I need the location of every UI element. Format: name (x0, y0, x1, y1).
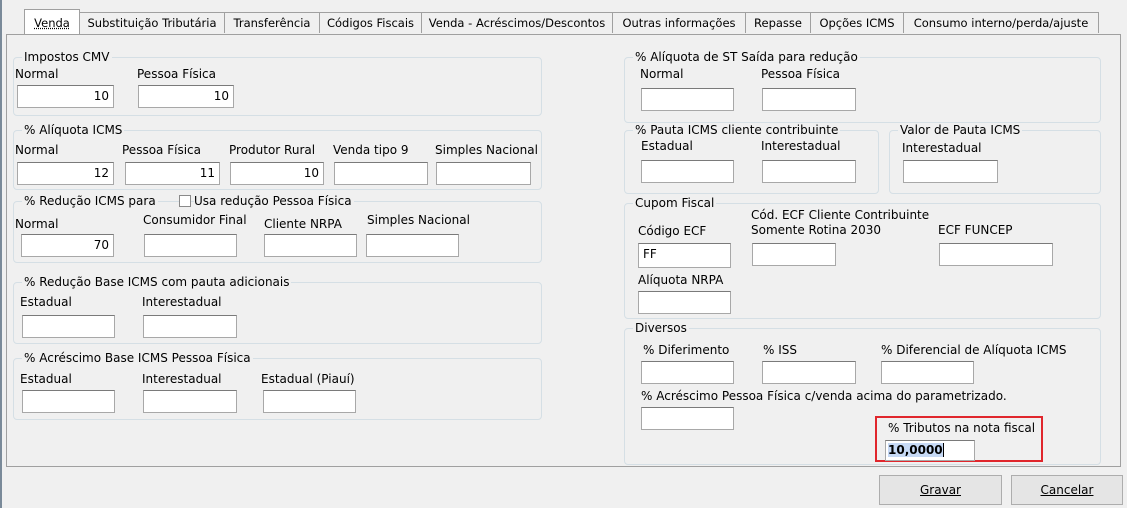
icms-venda-tipo-9-input[interactable] (334, 162, 428, 185)
usa-reducao-pf-label[interactable]: Usa redução Pessoa Física (194, 194, 354, 208)
label-estadual: Estadual (20, 295, 72, 309)
label-normal: Normal (15, 217, 59, 231)
iss-input[interactable] (762, 361, 856, 384)
st-pessoa-fisica-input[interactable] (762, 88, 856, 111)
label-ecf-funcep: ECF FUNCEP (938, 223, 1013, 237)
reducao-simples-nacional-input[interactable] (366, 234, 459, 257)
diferimento-input[interactable] (641, 361, 734, 384)
group-title: % Pauta ICMS cliente contribuinte (633, 123, 841, 137)
label-cliente-nrpa: Cliente NRPA (264, 217, 342, 231)
label-estadual: Estadual (641, 139, 693, 153)
group-title: % Alíquota ICMS (22, 123, 125, 137)
st-normal-input[interactable] (641, 88, 734, 111)
acrescimo-pf-parametrizado-input[interactable] (641, 407, 734, 430)
group-title: Valor de Pauta ICMS (898, 123, 1023, 137)
label-estadual: Estadual (20, 372, 72, 386)
icms-simples-nacional-input[interactable] (436, 162, 531, 185)
tributos-nota-fiscal-input[interactable]: 10,0000 (885, 440, 975, 461)
label-aliquota-nrpa: Alíquota NRPA (638, 273, 724, 287)
label-cod-ecf-cliente-1: Cód. ECF Cliente Contribuinte (751, 208, 930, 222)
acrescimo-estadual-piaui-input[interactable] (263, 390, 356, 413)
tab-consumo-interno[interactable]: Consumo interno/perda/ajuste (903, 12, 1099, 33)
codigo-ecf-input[interactable]: FF (638, 243, 731, 268)
group-title: % Alíquota de ST Saída para redução (633, 50, 860, 64)
label-pessoa-fisica: Pessoa Física (761, 67, 840, 81)
label-pessoa-fisica: Pessoa Física (122, 143, 201, 157)
label-simples-nacional: Simples Nacional (435, 143, 538, 157)
tab-repasse[interactable]: Repasse (745, 12, 811, 33)
label-normal: Normal (15, 67, 59, 81)
label-pessoa-fisica: Pessoa Física (137, 67, 216, 81)
icms-pessoa-fisica-input[interactable]: 11 (125, 162, 220, 185)
label-venda-tipo-9: Venda tipo 9 (333, 143, 409, 157)
reducao-cliente-nrpa-input[interactable] (264, 234, 357, 257)
tab-venda-acrescimos-descontos[interactable]: Venda - Acréscimos/Descontos (421, 12, 613, 33)
tab-codigos-fiscais[interactable]: Códigos Fiscais (319, 12, 422, 33)
diferencial-aliquota-input[interactable] (881, 361, 974, 384)
cod-ecf-cliente-input[interactable] (752, 243, 836, 266)
ecf-funcep-input[interactable] (939, 243, 1053, 266)
usa-reducao-pf-checkbox[interactable] (179, 195, 191, 207)
reducao-base-estadual-input[interactable] (22, 315, 115, 338)
label-codigo-ecf: Código ECF (638, 224, 707, 238)
group-title: % Redução Base ICMS com pauta adicionais (22, 275, 292, 289)
tab-transferencia[interactable]: Transferência (224, 12, 320, 33)
reducao-normal-input[interactable]: 70 (21, 234, 114, 257)
pauta-interestadual-input[interactable] (762, 160, 856, 183)
label-consumidor-final: Consumidor Final (143, 213, 247, 227)
label-simples-nacional: Simples Nacional (367, 213, 470, 227)
tab-panel-venda: Impostos CMV Normal Pessoa Física 10 10 … (6, 34, 1121, 467)
cmv-normal-input[interactable]: 10 (17, 85, 114, 108)
group-title: Impostos CMV (22, 50, 112, 64)
label-produtor-rural: Produtor Rural (229, 143, 316, 157)
tributos-nota-fiscal-value: 10,0000 (888, 443, 943, 457)
tab-opcoes-icms[interactable]: Opções ICMS (810, 12, 904, 33)
label-diferencial-aliquota: % Diferencial de Alíquota ICMS (881, 343, 1067, 357)
group-title: % Acréscimo Base ICMS Pessoa Física (22, 351, 253, 365)
group-title: Cupom Fiscal (633, 196, 717, 210)
label-iss: % ISS (763, 343, 797, 357)
reducao-base-interestadual-input[interactable] (143, 315, 237, 338)
cancelar-button[interactable]: Cancelar (1011, 475, 1123, 505)
label-interestadual: Interestadual (761, 139, 841, 153)
window-frame-left (0, 0, 2, 508)
tab-venda[interactable]: Venda (24, 9, 80, 34)
pauta-estadual-input[interactable] (641, 160, 734, 183)
label-tributos-nota-fiscal: % Tributos na nota fiscal (888, 421, 1036, 435)
acrescimo-interestadual-input[interactable] (143, 390, 237, 413)
label-acrescimo-pf-parametrizado: % Acréscimo Pessoa Física c/venda acima … (641, 389, 1007, 403)
label-diferimento: % Diferimento (643, 343, 730, 357)
label-interestadual: Interestadual (142, 372, 222, 386)
text-cursor (942, 443, 944, 457)
tab-substituicao-tributaria[interactable]: Substituição Tributária (79, 12, 225, 33)
tab-outras-informacoes[interactable]: Outras informações (612, 12, 746, 33)
label-estadual-piaui: Estadual (Piauí) (261, 372, 355, 386)
group-title: % Redução ICMS para (22, 194, 158, 208)
label-cod-ecf-cliente-2: Somente Rotina 2030 (751, 223, 882, 237)
icms-produtor-rural-input[interactable]: 10 (230, 162, 324, 185)
label-normal: Normal (640, 67, 684, 81)
valor-pauta-interestadual-input[interactable] (903, 160, 998, 183)
icms-normal-input[interactable]: 12 (17, 162, 114, 185)
label-interestadual: Interestadual (142, 295, 222, 309)
aliquota-nrpa-input[interactable] (638, 291, 731, 314)
group-title: Diversos (633, 321, 689, 335)
label-interestadual: Interestadual (902, 141, 982, 155)
cmv-pessoa-fisica-input[interactable]: 10 (138, 85, 234, 108)
acrescimo-estadual-input[interactable] (22, 390, 115, 413)
gravar-button[interactable]: Gravar (879, 475, 1002, 505)
label-normal: Normal (15, 143, 59, 157)
reducao-consumidor-final-input[interactable] (144, 234, 237, 257)
